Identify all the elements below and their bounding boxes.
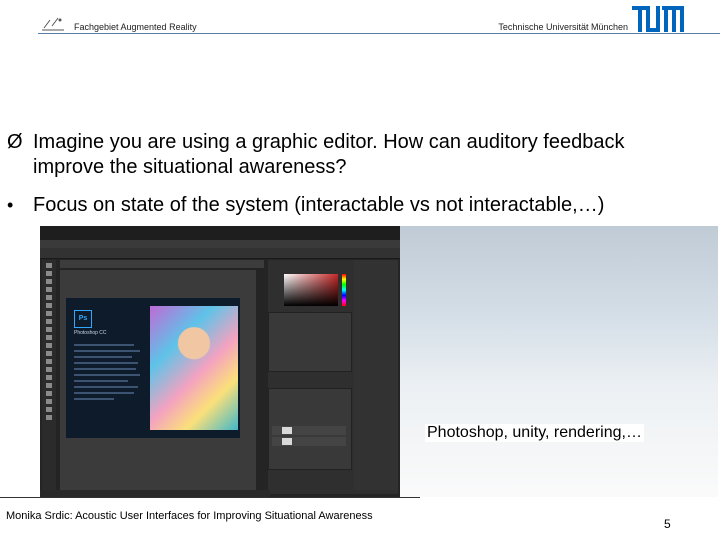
bullet-focus-text: Focus on state of the system (interactab…	[33, 194, 605, 216]
ps-app-name: Photoshop CC	[74, 330, 107, 336]
ps-document-tab	[60, 260, 264, 268]
bullet-question-text: Imagine you are using a graphic editor. …	[33, 131, 625, 178]
bullet-question: Ø Imagine you are using a graphic editor…	[7, 130, 673, 180]
header-right-text: Technische Universität München	[498, 22, 628, 32]
bullet-focus: • Focus on state of the system (interact…	[7, 193, 713, 218]
ps-properties-panel	[268, 312, 352, 372]
page-number: 5	[664, 517, 671, 531]
ps-toolbar	[42, 260, 56, 490]
augmented-reality-logo-icon	[42, 17, 64, 31]
ps-title-bar	[40, 226, 400, 240]
photoshop-logo-icon: Ps	[74, 310, 92, 328]
arrow-bullet-icon: Ø	[7, 131, 23, 153]
ps-options-bar	[40, 248, 400, 259]
header-rule	[38, 33, 720, 34]
photoshop-screenshot: Ps Photoshop CC	[40, 226, 400, 497]
ps-layer-row	[272, 437, 346, 446]
ps-right-dock	[354, 260, 398, 490]
footer-rule	[0, 497, 420, 498]
tum-logo-icon	[632, 6, 684, 32]
ps-status-bar	[40, 490, 270, 497]
background-sky-image	[400, 226, 718, 497]
ps-color-picker	[284, 274, 338, 306]
dot-bullet-icon: •	[7, 195, 14, 215]
ps-hue-slider	[342, 274, 346, 306]
header-left-text: Fachgebiet Augmented Reality	[74, 22, 197, 32]
ps-menu-bar	[40, 240, 400, 248]
screenshot-caption: Photoshop, unity, rendering,…	[425, 424, 644, 442]
ps-splash-artwork	[150, 306, 238, 430]
footer-text: Monika Srdic: Acoustic User Interfaces f…	[6, 510, 373, 522]
ps-layer-row	[272, 426, 346, 435]
